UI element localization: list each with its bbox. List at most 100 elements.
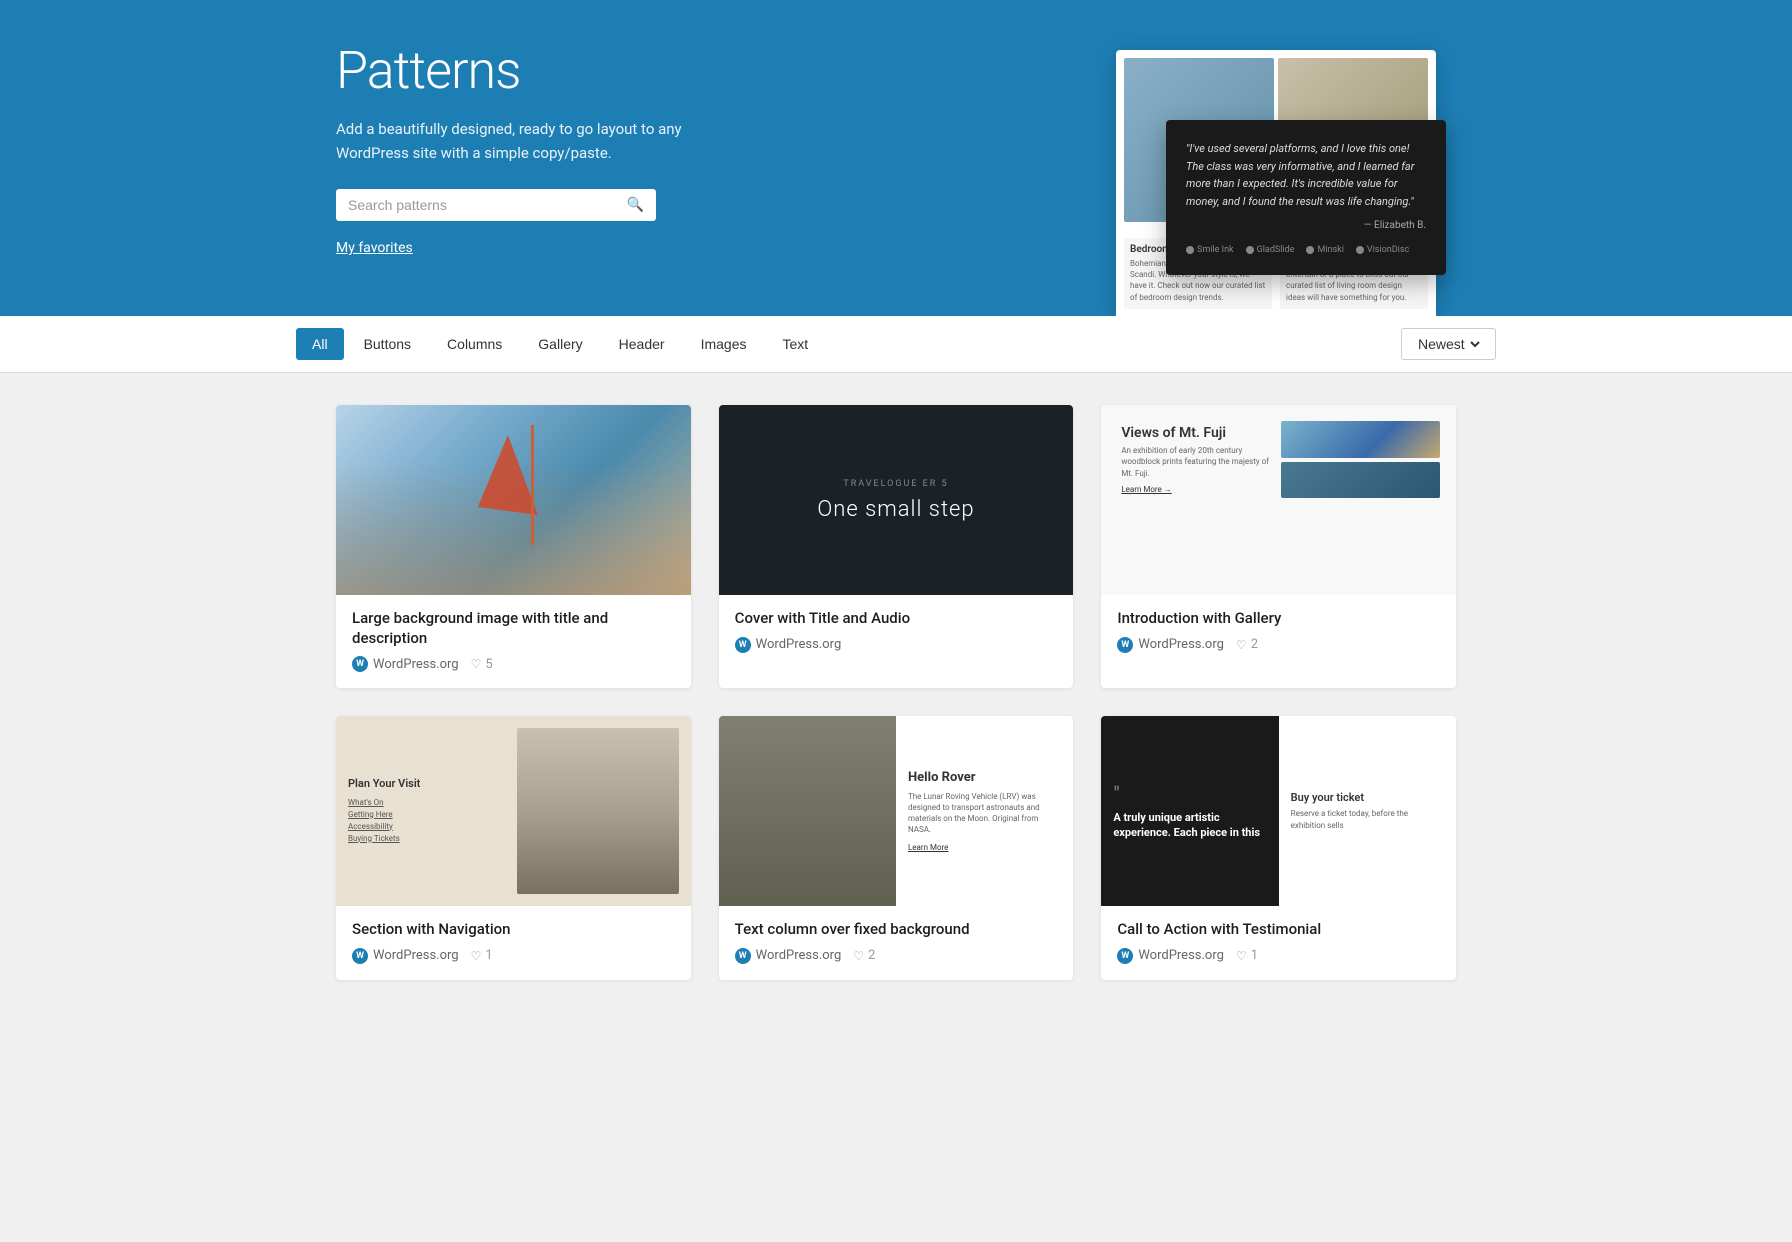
pattern-card-1[interactable]: Large background image with title and de… [336,405,691,688]
pattern-source-2: W WordPress.org [735,637,842,653]
gallery-desc: An exhibition of early 20th century wood… [1121,445,1272,479]
pattern-meta-2: W WordPress.org [735,637,1058,653]
heart-icon-5: ♡ [853,949,864,963]
gallery-link[interactable]: Learn More → [1121,485,1272,494]
cta-right-block: Buy your ticket Reserve a ticket today, … [1279,716,1456,906]
wp-icon-6: W [1117,948,1133,964]
pattern-meta-5: W WordPress.org ♡ 2 [735,948,1058,964]
hero-section: Patterns Add a beautifully designed, rea… [0,0,1792,316]
sort-select[interactable]: Newest Oldest Popular [1414,335,1483,353]
heart-icon-1: ♡ [471,657,482,671]
search-input[interactable] [348,197,627,213]
pattern-source-4: W WordPress.org [352,948,459,964]
pattern-title-3: Introduction with Gallery [1117,609,1440,629]
cta-quote-text: A truly unique artistic experience. Each… [1113,810,1266,841]
plan-link-4: Buying Tickets [348,834,509,843]
plan-link-1: What's On [348,798,509,807]
wp-icon-2: W [735,637,751,653]
logo-minski: Minski [1306,245,1343,255]
pattern-info-1: Large background image with title and de… [336,595,691,688]
heart-count-4[interactable]: ♡ 1 [471,948,493,963]
rover-desc: The Lunar Roving Vehicle (LRV) was desig… [908,791,1061,836]
heart-count-5[interactable]: ♡ 2 [853,948,875,963]
pattern-info-6: Call to Action with Testimonial W WordPr… [1101,906,1456,980]
tab-images[interactable]: Images [685,328,763,360]
plan-links: What's On Getting Here Accessibility Buy… [348,798,509,846]
rover-title: Hello Rover [908,770,1061,785]
page-title: Patterns [336,40,756,101]
pattern-source-1: W WordPress.org [352,656,459,672]
pattern-meta-6: W WordPress.org ♡ 1 [1117,948,1440,964]
travelogue-subtitle: TRAVELOGUE ER 5 [843,479,948,489]
search-icon: 🔍 [627,197,644,213]
cta-desc: Reserve a ticket today, before the exhib… [1291,808,1444,830]
tab-all[interactable]: All [296,328,344,360]
pattern-info-2: Cover with Title and Audio W WordPress.o… [719,595,1074,669]
fuji-image-2 [1281,462,1440,499]
heart-icon-6: ♡ [1236,949,1247,963]
logo-smileink: Smile Ink [1186,245,1234,255]
pattern-card-3[interactable]: Views of Mt. Fuji An exhibition of early… [1101,405,1456,688]
wp-icon-3: W [1117,637,1133,653]
logo-visiondisc: VisionDisc [1356,245,1409,255]
plan-title: Plan Your Visit [348,777,509,790]
pattern-source-3: W WordPress.org [1117,637,1224,653]
hero-description: Add a beautifully designed, ready to go … [336,117,716,165]
thumbnail-dark: TRAVELOGUE ER 5 One small step [719,405,1074,595]
pattern-info-5: Text column over fixed background W Word… [719,906,1074,980]
testimonial-logos: Smile Ink GladSlide Minski VisionDisc [1186,245,1426,255]
fuji-image-1 [1281,421,1440,458]
pattern-meta-3: W WordPress.org ♡ 2 [1117,637,1440,653]
heart-icon-4: ♡ [471,949,482,963]
one-small-step-title: One small step [817,497,974,522]
pattern-source-5: W WordPress.org [735,948,842,964]
pattern-title-6: Call to Action with Testimonial [1117,920,1440,940]
plan-left: Plan Your Visit What's On Getting Here A… [348,728,509,894]
pattern-title-1: Large background image with title and de… [352,609,675,648]
tab-buttons[interactable]: Buttons [348,328,427,360]
thumbnail-plan: Plan Your Visit What's On Getting Here A… [336,716,691,906]
heart-count-6[interactable]: ♡ 1 [1236,948,1258,963]
filter-bar: All Buttons Columns Gallery Header Image… [0,316,1792,373]
testimonial-author: — Elizabeth B. [1186,220,1426,231]
gallery-title: Views of Mt. Fuji [1121,425,1272,441]
pattern-title-5: Text column over fixed background [735,920,1058,940]
thumbnail-gallery: Views of Mt. Fuji An exhibition of early… [1101,405,1456,595]
heart-count-1[interactable]: ♡ 5 [471,657,493,672]
tab-columns[interactable]: Columns [431,328,518,360]
filter-tabs: All Buttons Columns Gallery Header Image… [296,328,824,360]
cta-quote-mark: " [1113,782,1266,806]
pattern-card-5[interactable]: Hello Rover The Lunar Roving Vehicle (LR… [719,716,1074,980]
plan-link-3: Accessibility [348,822,509,831]
cta-left-block: " A truly unique artistic experience. Ea… [1101,716,1278,906]
hero-preview: Bedroom Bohemian, mid-century, baroque o… [796,40,1456,311]
pattern-title-4: Section with Navigation [352,920,675,940]
plan-bg-image [517,728,678,894]
tab-text[interactable]: Text [767,328,825,360]
my-favorites-link[interactable]: My favorites [336,240,413,256]
tab-header[interactable]: Header [603,328,681,360]
rover-text-block: Hello Rover The Lunar Roving Vehicle (LR… [896,716,1073,906]
pattern-info-3: Introduction with Gallery W WordPress.or… [1101,595,1456,669]
tab-gallery[interactable]: Gallery [522,328,598,360]
logo-gladslide: GladSlide [1246,245,1295,255]
search-box[interactable]: 🔍 [336,189,656,221]
pattern-info-4: Section with Navigation W WordPress.org … [336,906,691,980]
thumbnail-cta: " A truly unique artistic experience. Ea… [1101,716,1456,906]
rover-image [719,716,896,906]
testimonial-quote: "I've used several platforms, and I love… [1186,140,1426,210]
patterns-grid: Large background image with title and de… [336,405,1456,980]
wp-icon-1: W [352,656,368,672]
wp-icon-5: W [735,948,751,964]
pattern-meta-4: W WordPress.org ♡ 1 [352,948,675,964]
pattern-title-2: Cover with Title and Audio [735,609,1058,629]
testimonial-card: "I've used several platforms, and I love… [1166,120,1446,275]
pattern-card-4[interactable]: Plan Your Visit What's On Getting Here A… [336,716,691,980]
pattern-card-2[interactable]: TRAVELOGUE ER 5 One small step Cover wit… [719,405,1074,688]
heart-count-3[interactable]: ♡ 2 [1236,637,1258,652]
plan-link-2: Getting Here [348,810,509,819]
pattern-card-6[interactable]: " A truly unique artistic experience. Ea… [1101,716,1456,980]
gallery-images [1281,421,1440,498]
sort-dropdown[interactable]: Newest Oldest Popular [1401,328,1496,360]
rover-link[interactable]: Learn More [908,843,1061,852]
